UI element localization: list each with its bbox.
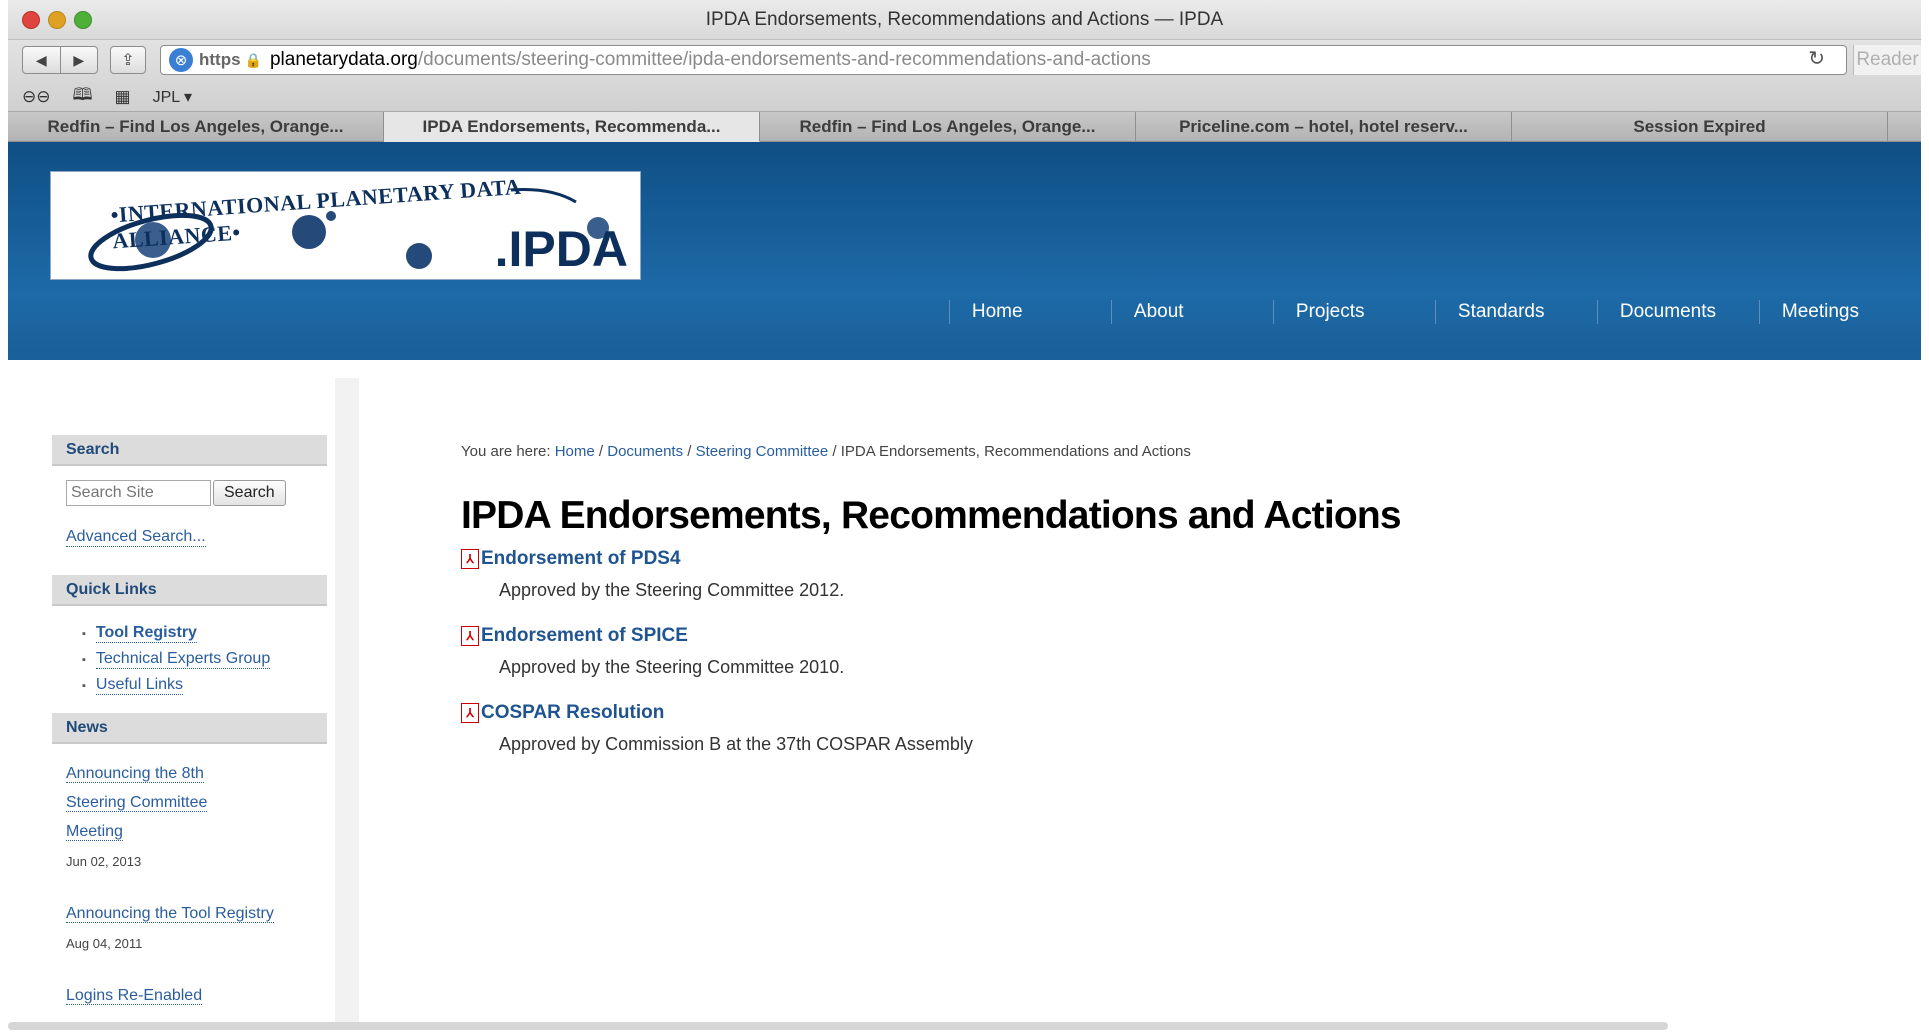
news-link-tool-registry[interactable]: Announcing the Tool Registry bbox=[66, 905, 274, 923]
reload-icon[interactable]: ↻ bbox=[1808, 46, 1825, 71]
content-area: Search Search Advanced Search... Quick L… bbox=[8, 360, 1921, 1030]
quick-links-list: Tool Registry Technical Experts Group Us… bbox=[82, 624, 327, 695]
breadcrumb: You are here: Home / Documents / Steerin… bbox=[461, 443, 1191, 460]
main-nav: Home About Projects Standards Documents … bbox=[948, 300, 1881, 324]
document-item: ⅄ COSPAR Resolution Approved by Commissi… bbox=[461, 702, 1861, 755]
nav-standards[interactable]: Standards bbox=[1434, 300, 1597, 324]
list-item: Tool Registry bbox=[82, 624, 327, 643]
quick-links-heading: Quick Links bbox=[52, 575, 327, 606]
breadcrumb-documents[interactable]: Documents bbox=[607, 443, 683, 460]
ipda-logo[interactable]: •INTERNATIONAL PLANETARY DATA ALLIANCE• … bbox=[50, 171, 641, 280]
sidebar-gutter bbox=[335, 378, 359, 1030]
quick-link-tool-registry[interactable]: Tool Registry bbox=[95, 624, 197, 643]
window-title: IPDA Endorsements, Recommendations and A… bbox=[705, 9, 1224, 30]
back-forward-group: ◀ ▶ bbox=[22, 46, 98, 74]
site-globe-icon: ⊗ bbox=[169, 48, 193, 72]
doc-title: Endorsement of SPICE bbox=[481, 625, 688, 646]
breadcrumb-current: IPDA Endorsements, Recommendations and A… bbox=[840, 443, 1191, 460]
nav-projects[interactable]: Projects bbox=[1272, 300, 1435, 324]
search-heading: Search bbox=[52, 435, 327, 466]
pdf-icon: ⅄ bbox=[461, 703, 479, 723]
news-date: Jun 02, 2013 bbox=[66, 854, 142, 869]
doc-title: COSPAR Resolution bbox=[481, 702, 665, 723]
horizontal-scrollbar[interactable] bbox=[8, 1022, 1668, 1030]
title-bar: IPDA Endorsements, Recommendations and A… bbox=[8, 0, 1921, 40]
nav-about[interactable]: About bbox=[1110, 300, 1273, 324]
news-item: Logins Re-Enabled bbox=[66, 981, 327, 1010]
bookmark-folder-jpl[interactable]: JPL ▾ bbox=[153, 87, 192, 107]
quick-link-useful-links[interactable]: Useful Links bbox=[95, 676, 184, 695]
pdf-icon: ⅄ bbox=[461, 549, 479, 569]
doc-description: Approved by the Steering Committee 2010. bbox=[499, 657, 845, 677]
site-header: •INTERNATIONAL PLANETARY DATA ALLIANCE• … bbox=[8, 142, 1921, 360]
tab-bar: Redfin – Find Los Angeles, Orange... IPD… bbox=[8, 112, 1921, 142]
top-sites-icon[interactable]: ▦ bbox=[115, 87, 131, 107]
reading-list-icon[interactable]: ⊖⊖ bbox=[22, 87, 51, 107]
nav-meetings[interactable]: Meetings bbox=[1758, 300, 1881, 324]
doc-title: Endorsement of PDS4 bbox=[481, 548, 681, 569]
page-title: IPDA Endorsements, Recommendations and A… bbox=[461, 494, 1402, 537]
sidebar: Search Search Advanced Search... Quick L… bbox=[52, 435, 327, 1010]
quick-link-technical-experts[interactable]: Technical Experts Group bbox=[95, 650, 271, 669]
doc-link-spice[interactable]: ⅄ Endorsement of SPICE bbox=[461, 625, 1861, 647]
back-button[interactable]: ◀ bbox=[23, 47, 61, 73]
news-date: Aug 04, 2011 bbox=[66, 936, 143, 951]
breadcrumb-home[interactable]: Home bbox=[555, 443, 595, 460]
tab-priceline[interactable]: Priceline.com – hotel, hotel reserv... bbox=[1136, 112, 1512, 142]
url-path: /documents/steering-committee/ipda-endor… bbox=[417, 49, 1151, 70]
breadcrumb-prefix: You are here: bbox=[461, 443, 551, 460]
tab-ipda[interactable]: IPDA Endorsements, Recommenda... bbox=[384, 112, 760, 142]
https-label: https bbox=[199, 50, 241, 69]
doc-description: Approved by Commission B at the 37th COS… bbox=[499, 734, 973, 754]
search-form: Search bbox=[66, 480, 327, 506]
forward-button[interactable]: ▶ bbox=[61, 47, 98, 73]
share-button[interactable]: ⇪ bbox=[110, 46, 146, 74]
reader-button[interactable]: Reader bbox=[1853, 45, 1921, 75]
search-button[interactable]: Search bbox=[213, 480, 286, 506]
list-item: Technical Experts Group bbox=[82, 650, 327, 669]
address-bar[interactable]: ⊗ https 🔒 planetarydata.org/documents/st… bbox=[160, 45, 1847, 75]
list-item: Useful Links bbox=[82, 676, 327, 695]
nav-home[interactable]: Home bbox=[948, 300, 1111, 324]
tab-redfin-2[interactable]: Redfin – Find Los Angeles, Orange... bbox=[760, 112, 1136, 142]
pdf-icon: ⅄ bbox=[461, 626, 479, 646]
doc-description: Approved by the Steering Committee 2012. bbox=[499, 580, 845, 600]
doc-link-cospar[interactable]: ⅄ COSPAR Resolution bbox=[461, 702, 1861, 724]
news-item: Announcing the Tool Registry bbox=[66, 899, 327, 928]
lock-icon: 🔒 bbox=[244, 51, 262, 68]
bookmarks-bar: ⊖⊖ 🕮 ▦ JPL ▾ bbox=[22, 82, 192, 111]
document-item: ⅄ Endorsement of SPICE Approved by the S… bbox=[461, 625, 1861, 678]
browser-window: IPDA Endorsements, Recommendations and A… bbox=[8, 0, 1921, 1035]
url-domain: planetarydata.org bbox=[269, 49, 418, 70]
bookmarks-icon[interactable]: 🕮 bbox=[73, 82, 93, 111]
main-content: You are here: Home / Documents / Steerin… bbox=[461, 443, 1861, 755]
browser-toolbar: ◀ ▶ ⇪ ⊗ https 🔒 planetarydata.org/docume… bbox=[8, 40, 1921, 112]
logo-ipda: .IPDA bbox=[494, 221, 628, 277]
advanced-search-link[interactable]: Advanced Search... bbox=[66, 528, 206, 547]
share-icon: ⇪ bbox=[121, 52, 135, 69]
news-link-steering[interactable]: Announcing the 8th Steering Committee Me… bbox=[66, 765, 208, 841]
nav-documents[interactable]: Documents bbox=[1596, 300, 1759, 324]
news-heading: News bbox=[52, 713, 327, 744]
breadcrumb-steering-committee[interactable]: Steering Committee bbox=[696, 443, 829, 460]
tab-redfin-1[interactable]: Redfin – Find Los Angeles, Orange... bbox=[8, 112, 384, 142]
doc-link-pds4[interactable]: ⅄ Endorsement of PDS4 bbox=[461, 548, 1861, 570]
news-item: Announcing the 8th Steering Committee Me… bbox=[66, 759, 266, 846]
document-item: ⅄ Endorsement of PDS4 Approved by the St… bbox=[461, 548, 1861, 601]
search-input[interactable] bbox=[66, 480, 211, 506]
news-link-logins[interactable]: Logins Re-Enabled bbox=[66, 987, 203, 1005]
tab-session-expired[interactable]: Session Expired bbox=[1512, 112, 1888, 142]
